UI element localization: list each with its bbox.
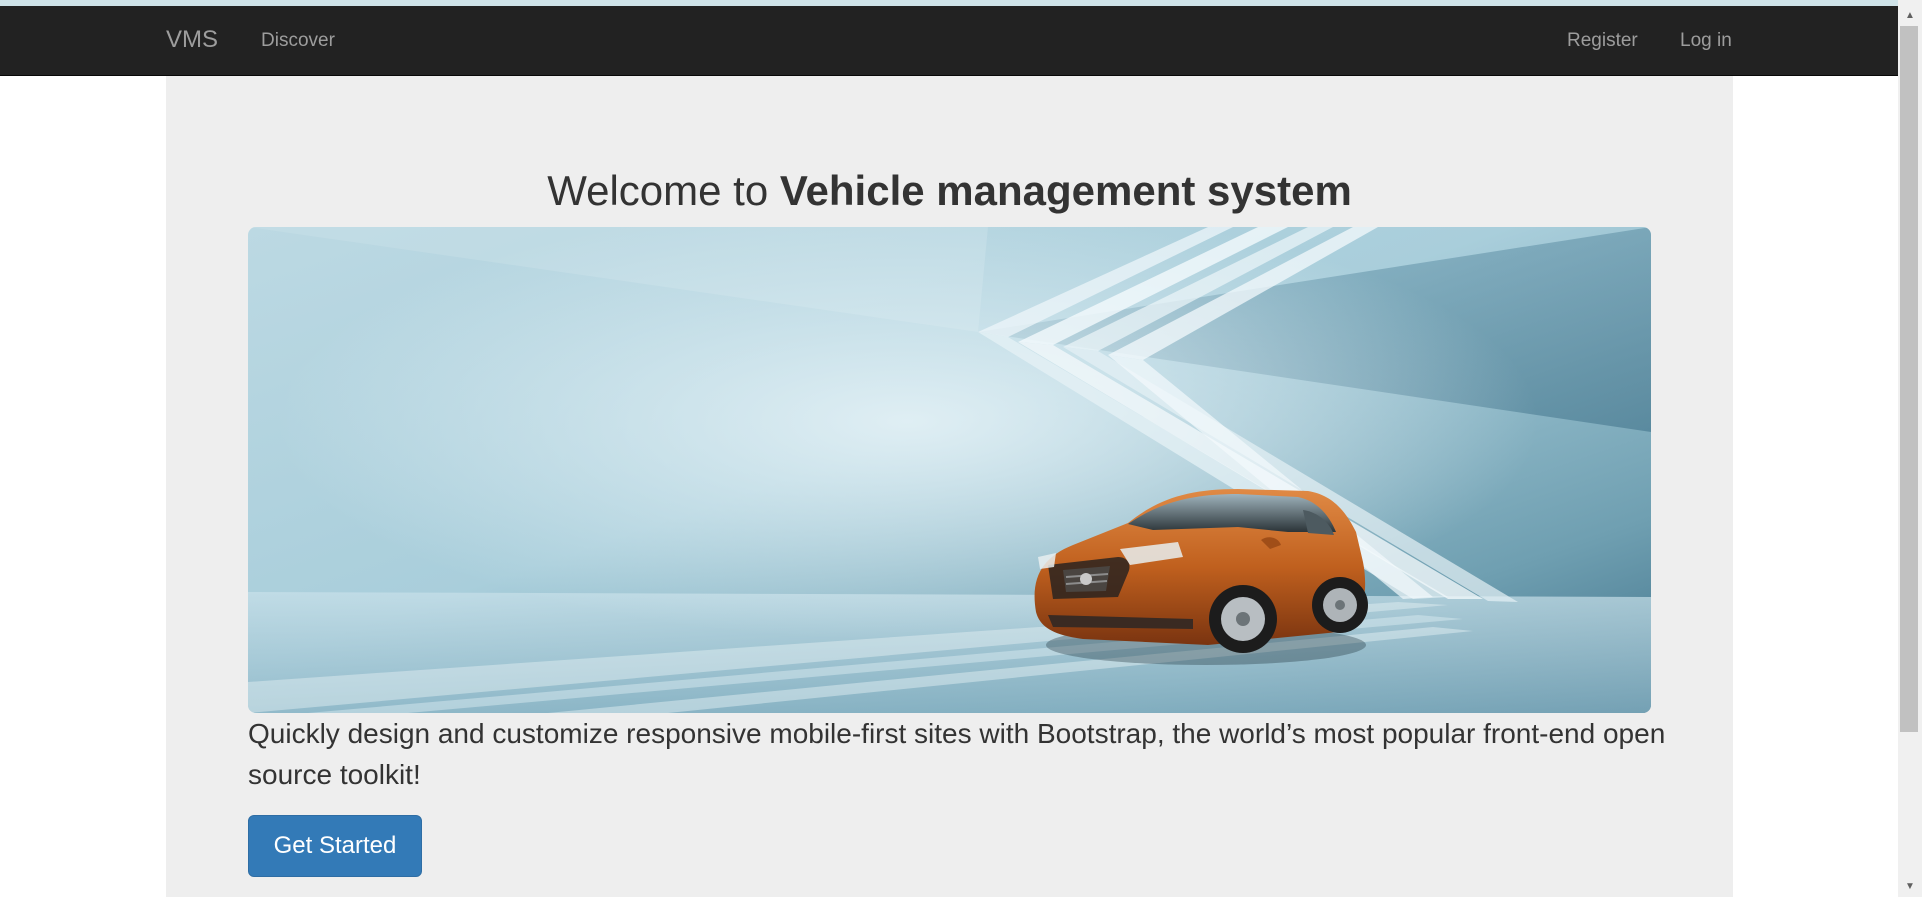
scrollbar-thumb[interactable]: [1900, 26, 1918, 732]
navbar: VMS Discover Register Log in: [0, 6, 1898, 76]
scroll-up-arrow-icon[interactable]: ▲: [1898, 6, 1922, 26]
jumbotron: Welcome to Vehicle management system Qui…: [166, 76, 1733, 897]
vertical-scrollbar[interactable]: ▲ ▼: [1898, 0, 1922, 897]
page-title-prefix: Welcome to: [547, 167, 780, 214]
scroll-down-arrow-icon[interactable]: ▼: [1898, 877, 1922, 897]
get-started-button[interactable]: Get Started: [248, 815, 422, 877]
page-title-bold: Vehicle management system: [779, 167, 1352, 214]
nav-link-login[interactable]: Log in: [1680, 29, 1732, 53]
page-title: Welcome to Vehicle management system: [166, 164, 1733, 218]
hero-image: [248, 227, 1651, 713]
navbar-brand[interactable]: VMS: [166, 26, 218, 54]
lead-text: Quickly design and customize responsive …: [248, 718, 1666, 790]
nav-link-register[interactable]: Register: [1567, 29, 1638, 53]
browser-viewport: VMS Discover Register Log in Welcome to …: [0, 0, 1922, 897]
nav-link-discover[interactable]: Discover: [261, 29, 335, 53]
